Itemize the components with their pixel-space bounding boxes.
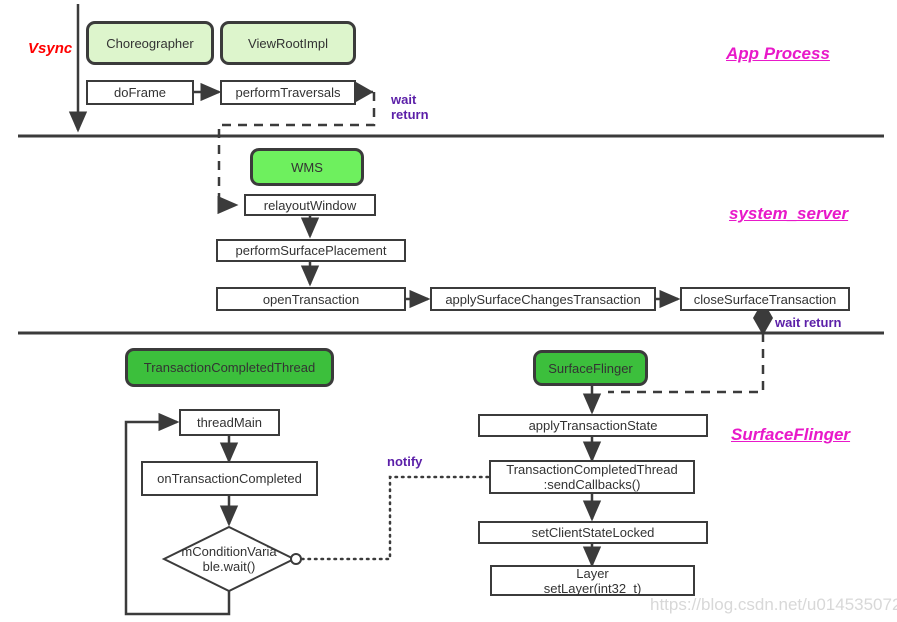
condition-wait-line1: mConditionVaria	[181, 544, 277, 559]
node-transactioncompletedthread-title[interactable]: TransactionCompletedThread	[125, 348, 334, 387]
node-closesurfacetransaction[interactable]: closeSurfaceTransaction	[680, 287, 850, 311]
condition-wait-line2: ble.wait()	[202, 559, 256, 574]
node-applytransactionstate[interactable]: applyTransactionState	[478, 414, 708, 437]
node-threadmain[interactable]: threadMain	[179, 409, 280, 436]
condition-wait-label: mConditionVaria ble.wait()	[164, 544, 294, 574]
wait-return-sf-label: wait return	[775, 315, 842, 330]
node-layer-setlayer[interactable]: Layer setLayer(int32_t)	[490, 565, 695, 596]
node-performsurfaceplacement[interactable]: performSurfacePlacement	[216, 239, 406, 262]
node-setclientstatelocked[interactable]: setClientStateLocked	[478, 521, 708, 544]
node-wms[interactable]: WMS	[250, 148, 364, 186]
node-relayoutwindow[interactable]: relayoutWindow	[244, 194, 376, 216]
node-layer-line2: setLayer(int32_t)	[543, 580, 642, 596]
node-sendcallbacks-line2: :sendCallbacks()	[543, 477, 641, 492]
edge-notify-dotted	[300, 475, 491, 561]
node-opentransaction[interactable]: openTransaction	[216, 287, 406, 311]
node-layer-line1: Layer	[576, 565, 609, 581]
node-applysurfacechangestransaction[interactable]: applySurfaceChangesTransaction	[430, 287, 656, 311]
node-surfaceflinger-title[interactable]: SurfaceFlinger	[533, 350, 648, 386]
wait-return-app-line1: wait	[391, 92, 417, 107]
node-ontransactioncompleted[interactable]: onTransactionCompleted	[141, 461, 318, 496]
node-sendcallbacks[interactable]: TransactionCompletedThread :sendCallback…	[489, 460, 695, 494]
vsync-label: Vsync	[28, 40, 73, 57]
diagram-canvas: Vsync Choreographer ViewRootImpl doFrame…	[0, 0, 897, 622]
watermark-text: https://blog.csdn.net/u014535072	[650, 595, 897, 614]
lane-label-system-server: system_server	[729, 204, 849, 223]
node-viewrootimpl[interactable]: ViewRootImpl	[220, 21, 356, 65]
node-sendcallbacks-line1: TransactionCompletedThread	[506, 462, 678, 477]
wait-return-app-label: wait return	[391, 92, 429, 122]
lane-label-app-process: App Process	[726, 44, 830, 63]
edge-loop-back-threadmain	[124, 412, 231, 616]
node-choreographer[interactable]: Choreographer	[86, 21, 214, 65]
wait-return-app-line2: return	[391, 107, 429, 122]
node-performtraversals[interactable]: performTraversals	[220, 80, 356, 105]
lane-label-surfaceflinger: SurfaceFlinger	[731, 425, 851, 444]
node-doframe[interactable]: doFrame	[86, 80, 194, 105]
notify-label: notify	[387, 454, 423, 469]
